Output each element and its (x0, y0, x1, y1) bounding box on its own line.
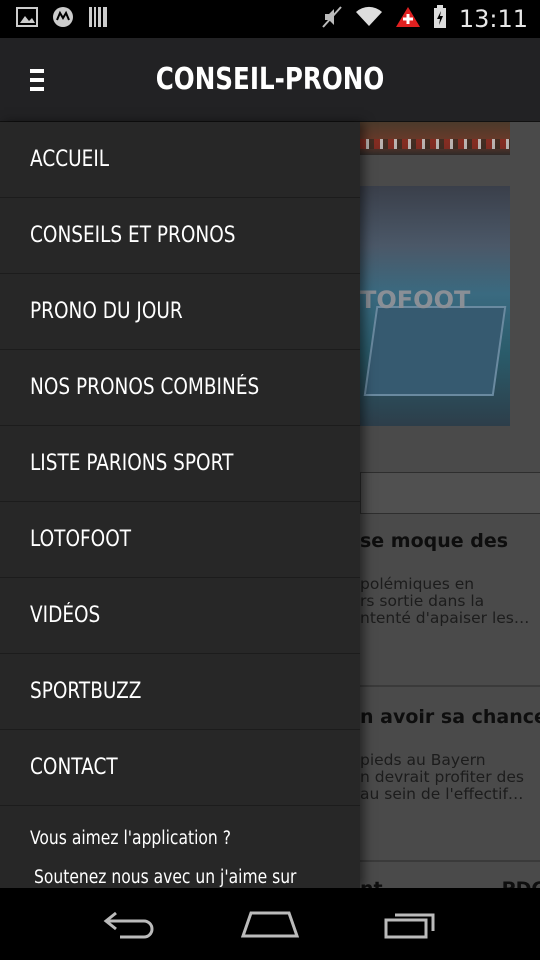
drawer-item-label: NOS PRONOS COMBINÉS (30, 375, 260, 400)
system-nav-bar (0, 888, 540, 960)
article-title: nt PDG (360, 878, 540, 888)
navigation-drawer: ACCUEIL CONSEILS ET PRONOS PRONO DU JOUR… (0, 122, 360, 888)
divider (360, 685, 540, 687)
article-card[interactable]: se moque des polémiques en rs sortie dan… (360, 530, 540, 627)
drawer-item-videos[interactable]: VIDÉOS (0, 578, 360, 654)
drawer-promo: Vous aimez l'application ? Soutenez nous… (0, 806, 360, 888)
article-card[interactable]: nt PDG (360, 878, 540, 888)
drawer-item-pronos-combines[interactable]: NOS PRONOS COMBINÉS (0, 350, 360, 426)
drawer-item-prono-du-jour[interactable]: PRONO DU JOUR (0, 274, 360, 350)
app-title: CONSEIL-PRONO (155, 62, 385, 97)
divider (360, 860, 540, 862)
image-watermark: TOFOOT (360, 286, 471, 314)
article-excerpt-line: n devrait profiter des (360, 768, 524, 786)
home-icon[interactable] (240, 904, 300, 944)
drawer-item-label: CONSEILS ET PRONOS (30, 223, 236, 248)
drawer-item-label: CONTACT (30, 755, 118, 780)
alert-icon (395, 6, 421, 33)
drawer-item-sportbuzz[interactable]: SPORTBUZZ (0, 654, 360, 730)
drawer-item-accueil[interactable]: ACCUEIL (0, 122, 360, 198)
drawer-item-label: LISTE PARIONS SPORT (30, 451, 234, 476)
drawer-item-conseils-et-pronos[interactable]: CONSEILS ET PRONOS (0, 198, 360, 274)
battery-icon (433, 4, 447, 34)
article-card[interactable]: n avoir sa chance pieds au Bayern n devr… (360, 706, 540, 803)
search-bar[interactable] (360, 472, 540, 514)
drawer-item-label: LOTOFOOT (30, 527, 132, 552)
article-image-top[interactable] (360, 122, 510, 155)
status-time: 13:11 (458, 5, 528, 33)
status-bar: 13:11 (0, 0, 540, 38)
drawer-item-label: SPORTBUZZ (30, 679, 142, 704)
mute-icon (321, 5, 343, 34)
article-excerpt-line: pieds au Bayern (360, 751, 486, 769)
image-icon (16, 6, 38, 32)
article-title: se moque des (360, 530, 509, 552)
back-icon[interactable] (100, 904, 160, 944)
motorola-icon (52, 6, 74, 33)
barcode-icon (88, 6, 108, 33)
drawer-item-label: PRONO DU JOUR (30, 299, 183, 324)
article-excerpt-line: polémiques en (360, 575, 475, 593)
drawer-item-label: VIDÉOS (30, 603, 101, 628)
article-excerpt-line: ntenté d'apaiser les… (360, 609, 530, 627)
article-excerpt-line: au sein de l'effectif… (360, 785, 524, 803)
article-title: n avoir sa chance (360, 706, 540, 728)
promo-question: Vous aimez l'application ? (30, 828, 231, 849)
drawer-item-liste-parions-sport[interactable]: LISTE PARIONS SPORT (0, 426, 360, 502)
drawer-item-lotofoot[interactable]: LOTOFOOT (0, 502, 360, 578)
promo-like-link[interactable]: Soutenez nous avec un j'aime sur (34, 867, 296, 888)
article-excerpt-line: rs sortie dans la (360, 592, 485, 610)
recents-icon[interactable] (380, 904, 440, 944)
drawer-item-contact[interactable]: CONTACT (0, 730, 360, 806)
screen: 13:11 CONSEIL-PRONO TOFOOT se moque des … (0, 0, 540, 960)
drawer-item-label: ACCUEIL (30, 147, 110, 172)
article-excerpt: polémiques en rs sortie dans la ntenté d… (360, 576, 540, 627)
article-excerpt: pieds au Bayern n devrait profiter des a… (360, 752, 540, 803)
status-left-icons (0, 6, 108, 33)
app-bar: CONSEIL-PRONO (0, 38, 540, 122)
status-right-icons: 13:11 (321, 4, 540, 34)
article-image-lotofoot[interactable]: TOFOOT (360, 186, 510, 426)
wifi-icon (355, 6, 383, 33)
